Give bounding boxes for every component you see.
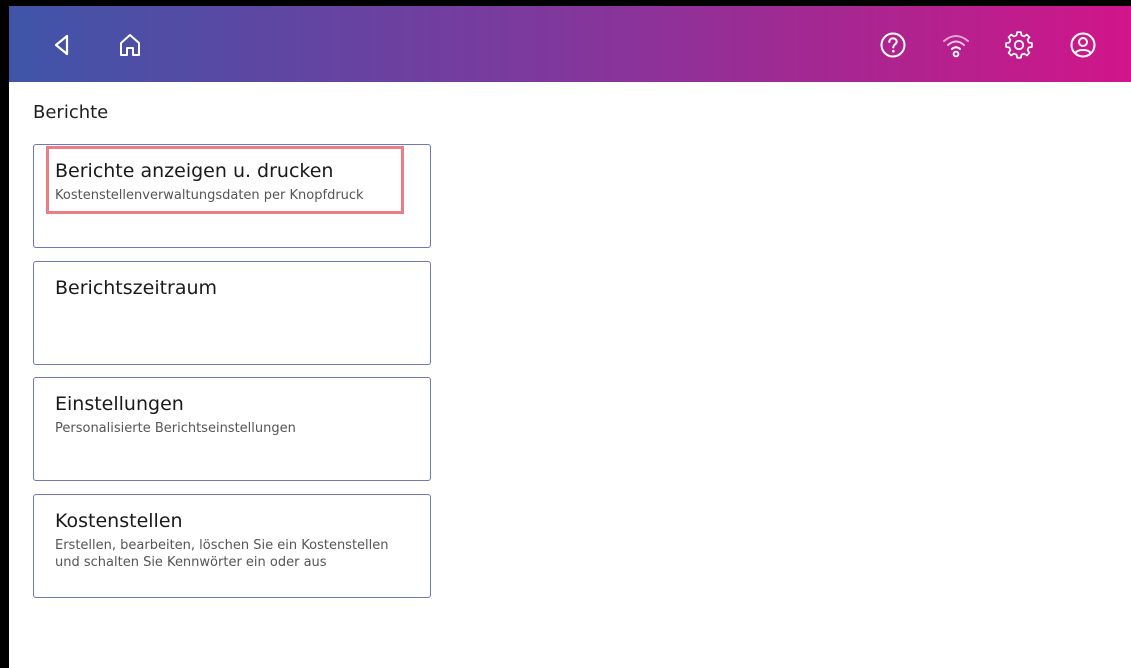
help-icon[interactable]: [876, 28, 910, 62]
settings-icon[interactable]: [1002, 28, 1036, 62]
menu-item-description: Personalisierte Berichtseinstellungen: [55, 421, 296, 436]
menu-item-description: Kostenstellenverwaltungsdaten per Knopfd…: [55, 188, 364, 203]
menu-item-cost-centers[interactable]: Kostenstellen Erstellen, bearbeiten, lös…: [33, 494, 431, 598]
menu-item-view-print-reports[interactable]: Berichte anzeigen u. drucken Kostenstell…: [33, 144, 431, 248]
top-bar: [9, 6, 1131, 82]
menu-item-title: Berichte anzeigen u. drucken: [55, 160, 334, 182]
menu-item-description: Erstellen, bearbeiten, löschen Sie ein K…: [55, 538, 389, 570]
menu-item-title: Berichtszeitraum: [55, 277, 218, 299]
wifi-icon[interactable]: [939, 28, 973, 62]
menu-item-report-period[interactable]: Berichtszeitraum: [33, 261, 431, 365]
page-title: Berichte: [33, 102, 109, 123]
account-icon[interactable]: [1066, 28, 1100, 62]
back-icon[interactable]: [45, 28, 79, 62]
menu-item-title: Einstellungen: [55, 393, 184, 415]
home-icon[interactable]: [113, 28, 147, 62]
menu-item-title: Kostenstellen: [55, 510, 183, 532]
menu-item-settings[interactable]: Einstellungen Personalisierte Berichtsei…: [33, 377, 431, 481]
